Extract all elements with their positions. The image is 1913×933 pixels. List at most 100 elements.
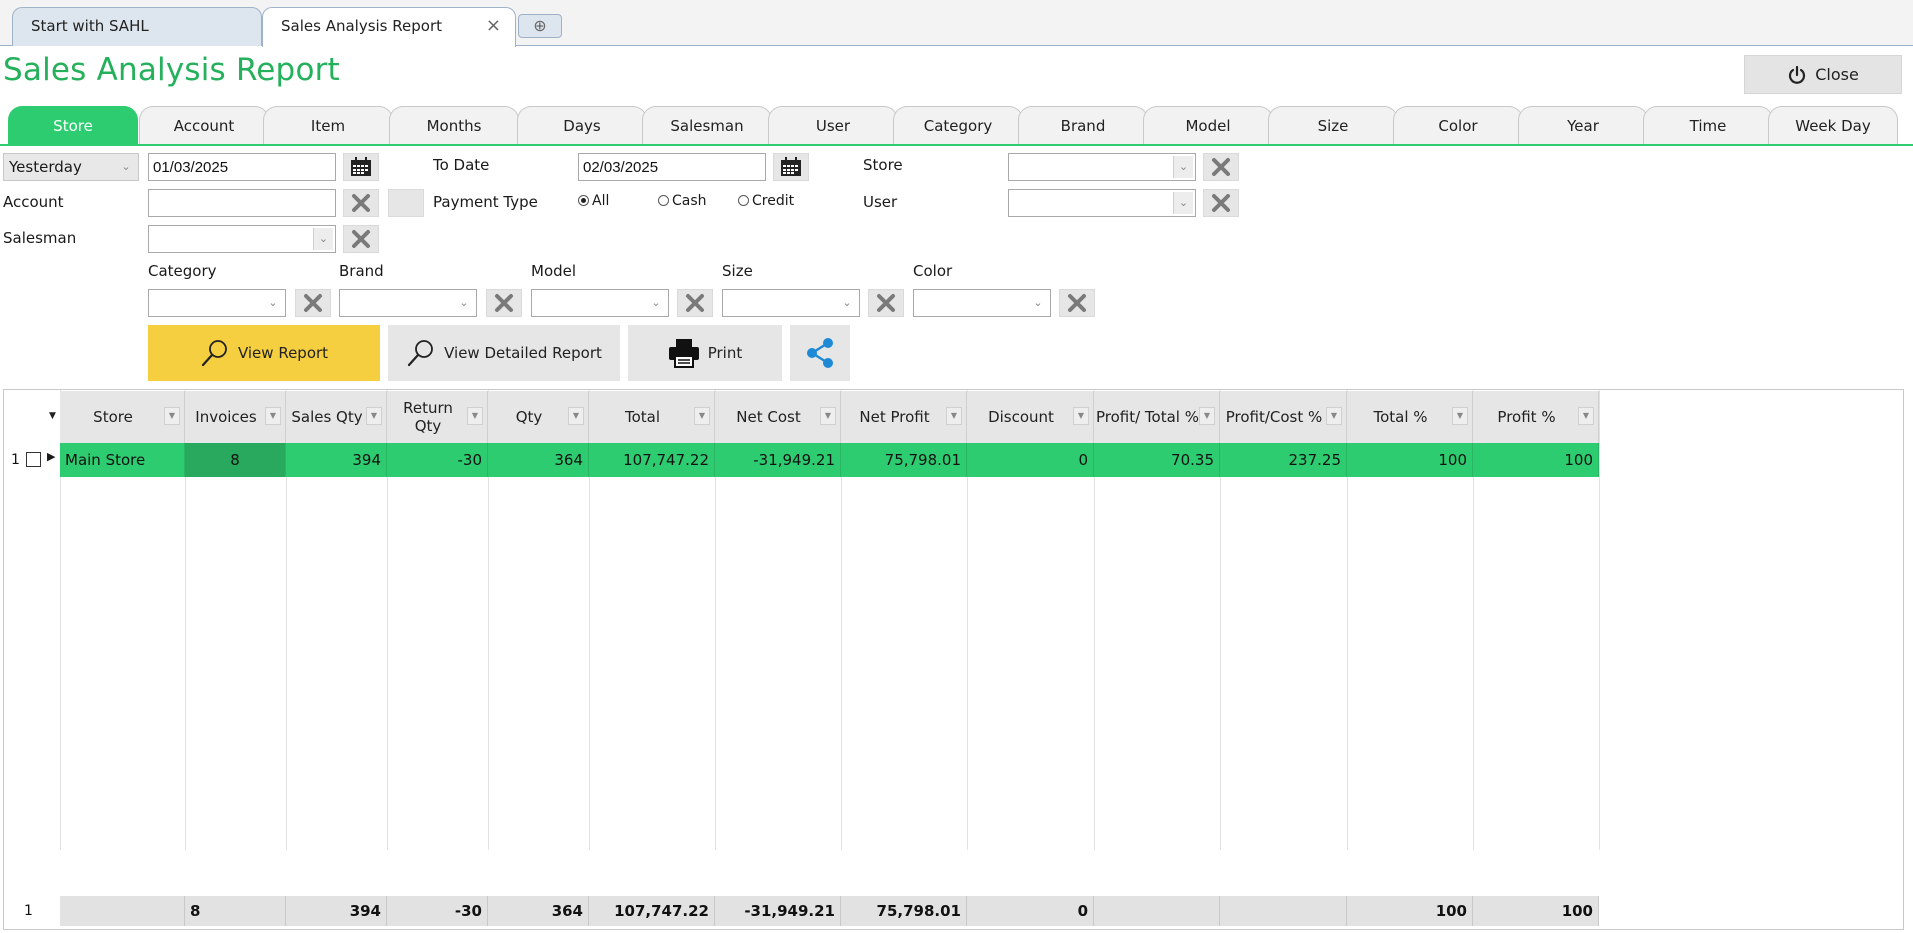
power-icon — [1789, 65, 1806, 84]
category-select[interactable]: ⌄ — [148, 289, 286, 317]
column-header-net-cost[interactable]: Net Cost ▼ — [715, 391, 841, 443]
period-select[interactable]: Yesterday ⌄ — [3, 153, 139, 181]
filter-icon[interactable]: ▼ — [1578, 407, 1594, 425]
header-label: Store — [93, 408, 133, 426]
store-label: Store — [863, 156, 903, 174]
clear-color-button[interactable] — [1059, 289, 1095, 317]
tab-days[interactable]: Days — [517, 106, 647, 144]
calendar-icon — [351, 157, 371, 176]
filter-icon[interactable]: ▼ — [694, 407, 710, 425]
doc-tab-sales-analysis[interactable]: Sales Analysis Report × — [262, 7, 516, 47]
column-header-qty[interactable]: Qty ▼ — [488, 391, 589, 443]
filter-icon[interactable]: ▼ — [164, 407, 180, 425]
period-value: Yesterday — [9, 158, 82, 176]
clear-user-button[interactable] — [1203, 189, 1239, 217]
tab-user[interactable]: User — [768, 106, 898, 144]
payment-all-label: All — [592, 193, 610, 209]
cell-profit-total-pct: 70.35 — [1094, 443, 1220, 477]
column-header-return-qty[interactable]: Return Qty ▼ — [387, 391, 488, 443]
payment-cash-radio[interactable]: Cash — [658, 193, 707, 209]
filter-icon[interactable]: ▼ — [1452, 407, 1468, 425]
from-date-calendar-button[interactable] — [343, 153, 379, 181]
tab-store[interactable]: Store — [8, 106, 138, 144]
brand-select[interactable]: ⌄ — [339, 289, 477, 317]
tab-brand[interactable]: Brand — [1018, 106, 1148, 144]
column-header-sales-qty[interactable]: Sales Qty ▼ — [286, 391, 387, 443]
clear-account-button[interactable] — [343, 189, 379, 217]
user-select[interactable]: ⌄ — [1008, 189, 1196, 217]
clear-x-icon — [352, 194, 370, 212]
share-button[interactable] — [790, 325, 850, 381]
tab-week-day[interactable]: Week Day — [1768, 106, 1898, 144]
cell-profit-cost-pct: 237.25 — [1220, 443, 1347, 477]
to-date-calendar-button[interactable] — [773, 153, 809, 181]
filter-icon[interactable]: ▼ — [946, 407, 962, 425]
cell-invoices: 8 — [185, 443, 286, 477]
payment-credit-label: Credit — [752, 193, 795, 209]
tab-size[interactable]: Size — [1268, 106, 1398, 144]
table-row[interactable]: Main Store 8 394 -30 364 107,747.22 -31,… — [60, 443, 1599, 477]
size-select[interactable]: ⌄ — [722, 289, 860, 317]
add-tab-button[interactable]: ⊕ — [518, 14, 562, 38]
close-button[interactable]: Close — [1744, 55, 1902, 94]
payment-all-radio[interactable]: All — [578, 193, 609, 209]
clear-model-button[interactable] — [677, 289, 713, 317]
salesman-select[interactable]: ⌄ — [148, 225, 336, 253]
column-header-profit-total-pct[interactable]: Profit/ Total % ▼ — [1094, 391, 1220, 443]
tab-item[interactable]: Item — [263, 106, 393, 144]
column-header-net-profit[interactable]: Net Profit ▼ — [841, 391, 967, 443]
doc-tab-label: Start with SAHL — [31, 17, 149, 35]
filter-icon[interactable]: ▼ — [265, 407, 281, 425]
view-detailed-report-button[interactable]: View Detailed Report — [388, 325, 620, 381]
cell-store: Main Store — [60, 443, 185, 477]
to-date-label: To Date — [433, 156, 490, 174]
total-sales-qty: 394 — [286, 896, 387, 926]
store-select[interactable]: ⌄ — [1008, 153, 1196, 181]
payment-credit-radio[interactable]: Credit — [738, 193, 794, 209]
clear-size-button[interactable] — [868, 289, 904, 317]
column-header-total[interactable]: Total ▼ — [589, 391, 715, 443]
close-tab-icon[interactable]: × — [486, 8, 501, 44]
tab-months[interactable]: Months — [389, 106, 519, 144]
filter-icon[interactable]: ▼ — [1199, 407, 1215, 425]
tab-category[interactable]: Category — [893, 106, 1023, 144]
column-header-profit-pct[interactable]: Profit % ▼ — [1473, 391, 1599, 443]
to-date-input[interactable] — [578, 153, 766, 181]
print-button[interactable]: Print — [628, 325, 782, 381]
column-header-discount[interactable]: Discount ▼ — [967, 391, 1094, 443]
clear-brand-button[interactable] — [486, 289, 522, 317]
row-checkbox[interactable] — [26, 452, 41, 467]
radio-icon — [658, 195, 669, 206]
account-lookup-box[interactable] — [388, 189, 424, 217]
filter-icon[interactable]: ▼ — [366, 407, 382, 425]
filter-icon[interactable]: ▼ — [1326, 407, 1342, 425]
column-header-invoices[interactable]: Invoices ▼ — [185, 391, 286, 443]
column-header-profit-cost-pct[interactable]: Profit/Cost % ▼ — [1220, 391, 1347, 443]
tab-model[interactable]: Model — [1143, 106, 1273, 144]
doc-tab-start[interactable]: Start with SAHL — [12, 7, 262, 46]
view-report-button[interactable]: View Report — [148, 325, 380, 381]
clear-category-button[interactable] — [295, 289, 331, 317]
grid-corner[interactable]: ▼ — [5, 391, 60, 443]
tab-year[interactable]: Year — [1518, 106, 1648, 144]
column-header-total-pct[interactable]: Total % ▼ — [1347, 391, 1473, 443]
model-select[interactable]: ⌄ — [531, 289, 669, 317]
filter-icon[interactable]: ▼ — [467, 407, 483, 425]
tab-color[interactable]: Color — [1393, 106, 1523, 144]
row-expand-icon[interactable]: ▶ — [47, 450, 55, 463]
tab-salesman[interactable]: Salesman — [642, 106, 772, 144]
account-input[interactable] — [148, 189, 336, 217]
tab-account[interactable]: Account — [139, 106, 269, 144]
from-date-input[interactable] — [148, 153, 336, 181]
clear-salesman-button[interactable] — [343, 225, 379, 253]
column-header-store[interactable]: Store ▼ — [60, 391, 185, 443]
filter-icon[interactable]: ▼ — [1073, 407, 1089, 425]
tab-time[interactable]: Time — [1643, 106, 1773, 144]
chevron-down-icon: ⌄ — [313, 228, 333, 250]
clear-store-button[interactable] — [1203, 153, 1239, 181]
filter-icon[interactable]: ▼ — [568, 407, 584, 425]
clear-x-icon — [495, 294, 513, 312]
payment-type-label: Payment Type — [433, 193, 538, 211]
color-select[interactable]: ⌄ — [913, 289, 1051, 317]
filter-icon[interactable]: ▼ — [820, 407, 836, 425]
